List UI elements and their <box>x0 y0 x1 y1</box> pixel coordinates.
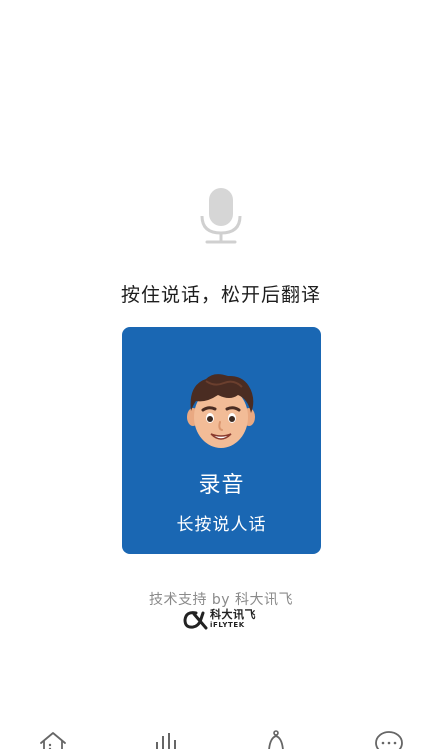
record-subtitle: 长按说人话 <box>176 515 267 535</box>
bar-chart-icon <box>156 733 176 749</box>
cartoon-avatar-icon <box>184 371 258 453</box>
iflytek-logo: 科大讯飞 iFLYTEK <box>182 608 262 632</box>
tab-stats[interactable] <box>151 730 181 749</box>
iflytek-logo-icon <box>182 610 208 630</box>
home-icon <box>40 732 66 749</box>
bell-icon <box>268 730 284 749</box>
tab-notifications[interactable] <box>261 730 291 749</box>
record-button[interactable]: 录音 长按说人话 <box>122 327 321 554</box>
tech-support-text: 技术支持 by 科大讯飞 <box>148 592 294 608</box>
microphone-icon <box>197 186 245 246</box>
tab-home[interactable] <box>38 730 68 749</box>
bottom-tab-bar <box>0 726 442 749</box>
brand-name-cn: 科大讯飞 <box>210 608 256 621</box>
translate-screen: 按住说话，松开后翻译 录音 长按说人话 技术支持 by 科大讯飞 科大讯飞 iF… <box>0 0 442 749</box>
brand-name-en: iFLYTEK <box>210 621 245 629</box>
tab-messages[interactable] <box>374 730 404 749</box>
hold-to-talk-instruction: 按住说话，松开后翻译 <box>120 284 321 306</box>
chat-bubble-icon <box>375 731 403 749</box>
record-title: 录音 <box>198 473 245 498</box>
